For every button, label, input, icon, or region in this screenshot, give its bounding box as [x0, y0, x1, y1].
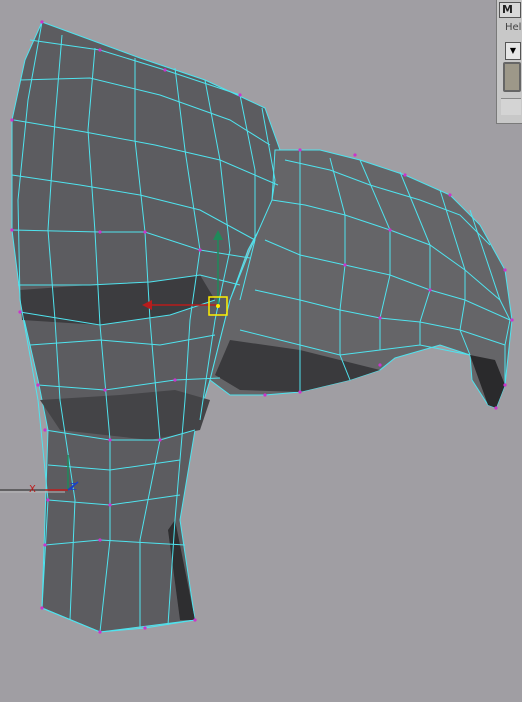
polygon-mesh[interactable] [10, 20, 514, 634]
dropdown-button[interactable]: ▼ [505, 42, 521, 60]
panel-footer [501, 98, 521, 115]
x-axis-label: X [29, 484, 36, 495]
floating-panel: M Help ▼ [496, 0, 522, 124]
3d-viewport[interactable]: X Z [0, 0, 522, 702]
help-menu[interactable]: Help [505, 22, 522, 33]
z-axis-label: Z [70, 482, 77, 493]
material-swatch-icon[interactable] [503, 62, 521, 92]
panel-title-icon[interactable]: M [499, 2, 521, 18]
